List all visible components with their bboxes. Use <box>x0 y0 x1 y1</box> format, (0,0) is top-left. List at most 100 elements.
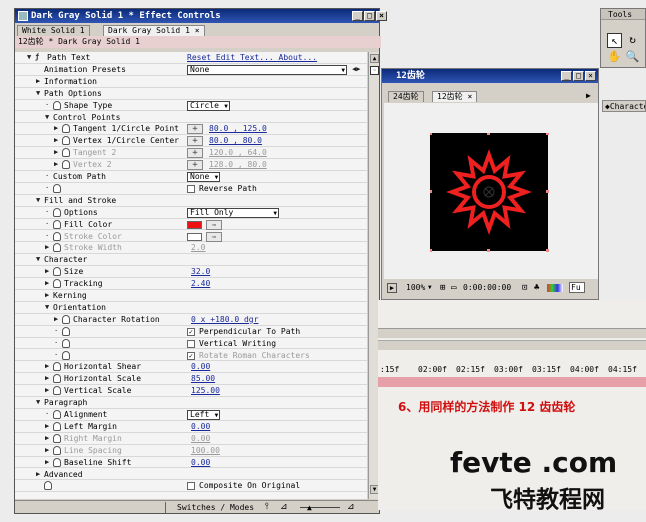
stopwatch-icon[interactable] <box>53 243 61 253</box>
property-row[interactable]: ▶ Horizontal Shear 0.00 <box>15 361 367 374</box>
effect-controls-titlebar[interactable]: Dark Gray Solid 1 * Effect Controls <box>15 9 379 23</box>
stopwatch-icon[interactable] <box>53 267 61 277</box>
twirl-closed-icon[interactable]: ▶ <box>54 147 58 159</box>
property-row[interactable]: ▶ Vertical Scale 125.00 <box>15 385 367 398</box>
twirl-closed-icon[interactable]: ▶ <box>54 123 58 135</box>
property-row[interactable]: · ✓ Rotate Roman Characters <box>15 350 367 362</box>
checkbox[interactable]: ✓ <box>187 327 195 336</box>
property-dropdown[interactable]: Left <box>187 410 221 420</box>
checkbox[interactable] <box>187 482 195 491</box>
zoom-out-icon[interactable]: ⊿ <box>280 502 288 513</box>
property-row[interactable]: ▶ Right Margin 0.00 <box>15 433 367 445</box>
twirl-open-icon[interactable]: ▼ <box>36 88 40 100</box>
property-row[interactable]: ▶ Line Spacing 100.00 <box>15 445 367 457</box>
twirl-closed-icon[interactable]: ▶ <box>45 242 49 254</box>
twirl-open-icon[interactable]: ▼ <box>36 397 40 409</box>
property-row[interactable]: ▶ Baseline Shift 0.00 <box>15 457 367 469</box>
effect-toggle-icon[interactable]: ƒ <box>35 52 39 64</box>
twirl-open-icon[interactable]: ▼ <box>27 52 31 64</box>
property-row[interactable]: ▶ Kerning <box>15 290 367 302</box>
property-row[interactable]: ▼ Fill and Stroke <box>15 195 367 207</box>
stopwatch-icon[interactable] <box>53 231 61 241</box>
number-value[interactable]: 2.40 <box>191 278 210 290</box>
property-row[interactable]: · Alignment Left <box>15 409 367 421</box>
property-row[interactable]: ▶ Character Rotation 0 x +180.0 dgr <box>15 314 367 326</box>
stopwatch-icon[interactable] <box>53 183 61 193</box>
number-value[interactable]: 0.00 <box>191 433 210 445</box>
stopwatch-icon[interactable] <box>53 207 61 217</box>
tab-comp-24[interactable]: 24齿轮 <box>388 91 424 102</box>
property-row[interactable]: · Fill Color ⇒ <box>15 219 367 231</box>
reset-about-links[interactable]: Reset Edit Text... About... <box>187 52 317 64</box>
stopwatch-icon[interactable] <box>53 421 61 431</box>
property-row[interactable]: ▼ Orientation <box>15 302 367 314</box>
stopwatch-icon[interactable] <box>44 481 52 491</box>
stopwatch-icon[interactable] <box>62 160 70 170</box>
number-value[interactable]: 125.00 <box>191 385 220 397</box>
tab-comp-12[interactable]: 12齿轮 × <box>432 91 478 102</box>
twirl-closed-icon[interactable]: ▶ <box>54 135 58 147</box>
property-row[interactable]: Composite On Original <box>15 480 367 493</box>
point-value[interactable]: 128.0 , 80.0 <box>209 159 267 171</box>
layer-duration-bar[interactable] <box>378 377 646 387</box>
property-row[interactable]: ▶ Advanced <box>15 469 367 481</box>
comp-maximize-icon[interactable]: □ <box>573 71 584 81</box>
twirl-closed-icon[interactable]: ▶ <box>36 76 40 88</box>
property-row[interactable]: Animation Presets None ◀▶ <box>15 64 367 76</box>
maximize-icon[interactable]: □ <box>364 11 375 21</box>
twirl-open-icon[interactable]: ▼ <box>36 254 40 266</box>
stopwatch-icon[interactable] <box>53 457 61 467</box>
property-dropdown[interactable]: Circle <box>187 100 230 111</box>
color-swatch[interactable] <box>187 220 202 229</box>
scroll-up-icon[interactable]: ▲ <box>370 54 379 63</box>
zoom-level[interactable]: 100% <box>406 281 425 295</box>
property-row[interactable]: · Reverse Path <box>15 183 367 195</box>
property-row[interactable]: ▼ ƒ Path Text Reset Edit Text... About... <box>15 52 367 64</box>
tab-close-icon[interactable]: × <box>195 26 200 35</box>
stopwatch-icon[interactable] <box>62 338 70 348</box>
property-row[interactable]: ▶ Tangent 2 +120.0 , 64.0 <box>15 147 367 160</box>
stopwatch-icon[interactable] <box>62 350 70 360</box>
point-value[interactable]: 80.0 , 125.0 <box>209 123 267 135</box>
stopwatch-icon[interactable] <box>53 433 61 443</box>
property-dropdown[interactable]: None <box>187 64 347 75</box>
twirl-closed-icon[interactable]: ▶ <box>45 266 49 278</box>
region-of-interest-icon[interactable]: ▭ <box>451 281 456 295</box>
show-snapshot-icon[interactable]: ♣ <box>534 281 539 295</box>
number-value[interactable]: 85.00 <box>191 373 215 385</box>
safe-margins-icon[interactable]: ⊞ <box>440 281 445 295</box>
panel-menu-icon[interactable]: ◦ <box>370 66 379 75</box>
property-row[interactable]: ▶ Vertex 1/Circle Center +80.0 , 80.0 <box>15 135 367 148</box>
property-row[interactable]: ▼ Character <box>15 254 367 267</box>
property-row[interactable]: ▶ Stroke Width 2.0 <box>15 242 367 255</box>
stopwatch-icon[interactable] <box>53 374 61 384</box>
stopwatch-icon[interactable] <box>53 445 61 455</box>
property-row[interactable]: · Stroke Color ⇒ <box>15 231 367 243</box>
number-value[interactable]: 0.00 <box>191 361 210 373</box>
stopwatch-icon[interactable] <box>62 124 70 134</box>
comp-close-icon[interactable]: × <box>585 71 596 81</box>
property-row[interactable]: · Vertical Writing <box>15 338 367 350</box>
twirl-closed-icon[interactable]: ▶ <box>45 457 49 469</box>
property-row[interactable]: · ✓ Perpendicular To Path <box>15 326 367 338</box>
stopwatch-icon[interactable] <box>53 219 61 229</box>
twirl-closed-icon[interactable]: ▶ <box>45 290 49 302</box>
number-value[interactable]: 100.00 <box>191 445 220 457</box>
preset-nav-icon[interactable]: ◀▶ <box>352 64 360 76</box>
snapshot-icon[interactable]: ⊡ <box>522 281 527 295</box>
point-crosshair-icon[interactable]: + <box>187 136 203 147</box>
point-crosshair-icon[interactable]: + <box>187 124 203 135</box>
number-value[interactable]: 0.00 <box>191 457 210 469</box>
twirl-open-icon[interactable]: ▼ <box>45 112 49 124</box>
twirl-closed-icon[interactable]: ▶ <box>54 314 58 326</box>
twirl-open-icon[interactable]: ▼ <box>36 195 40 207</box>
property-row[interactable]: · Options Fill Only <box>15 207 367 219</box>
stopwatch-icon[interactable] <box>53 386 61 396</box>
stopwatch-icon[interactable] <box>62 326 70 336</box>
comp-minimize-icon[interactable]: _ <box>561 71 572 81</box>
tab-white-solid[interactable]: White Solid 1 <box>17 25 90 36</box>
twirl-closed-icon[interactable]: ▶ <box>45 385 49 397</box>
twirl-closed-icon[interactable]: ▶ <box>54 159 58 171</box>
property-row[interactable]: ▼ Path Options <box>15 88 367 100</box>
property-row[interactable]: · Custom Path None <box>15 171 367 183</box>
